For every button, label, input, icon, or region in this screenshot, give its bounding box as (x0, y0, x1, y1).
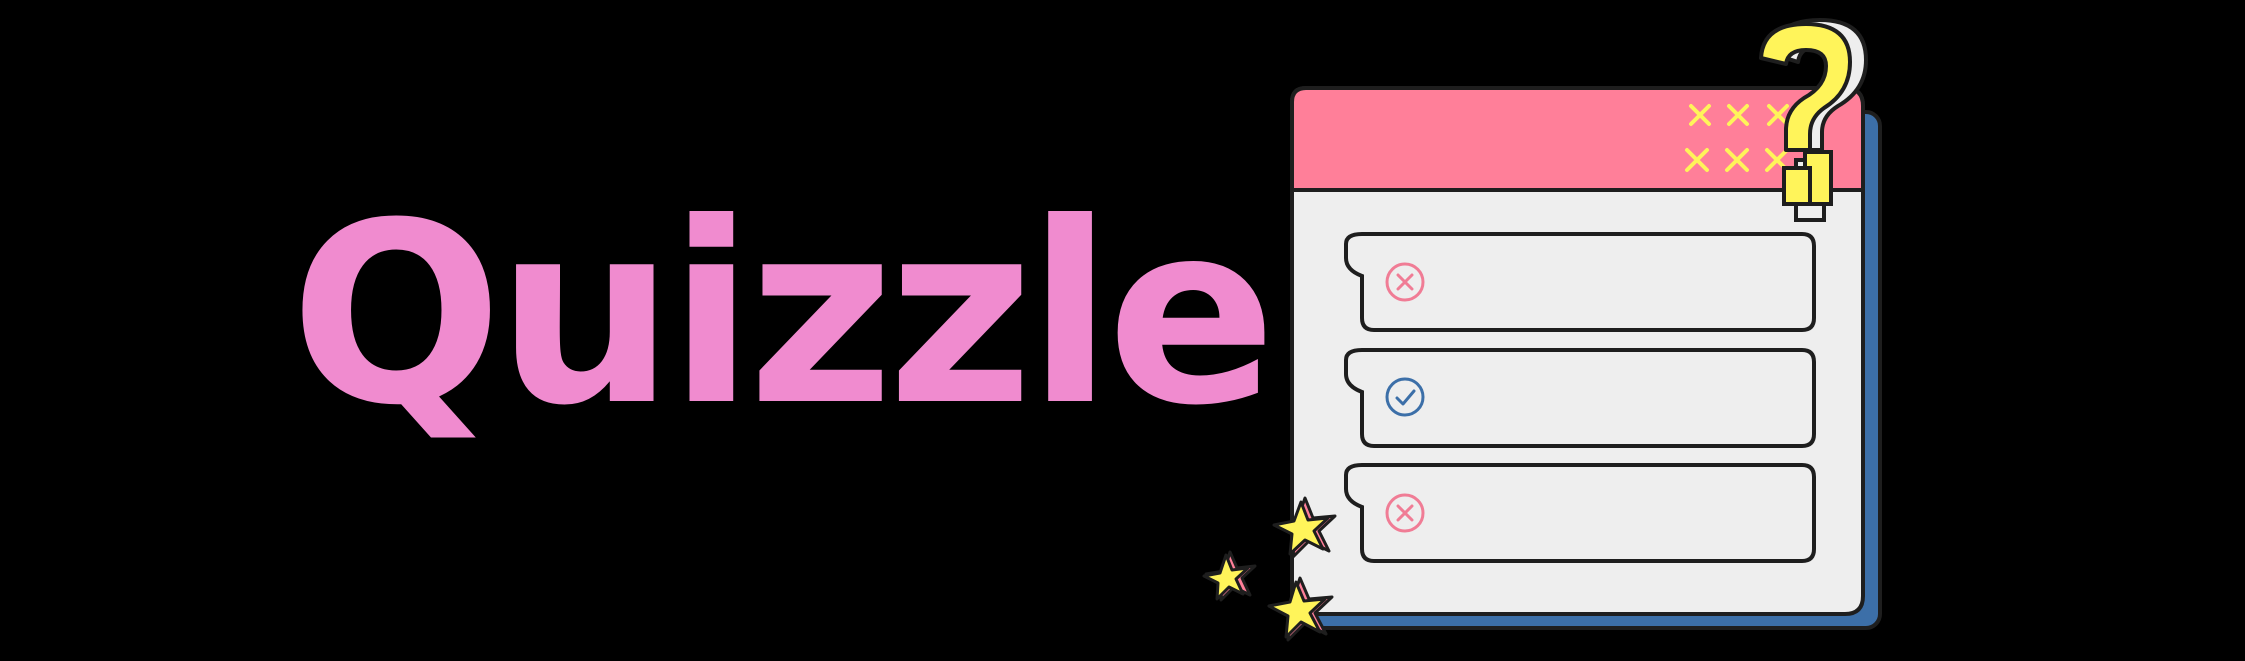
window-header (1290, 86, 1865, 192)
answer-option-2 (1344, 348, 1816, 448)
answer-option-3 (1344, 463, 1816, 563)
answer-option-1 (1344, 232, 1816, 332)
quiz-window-illustration (1202, 18, 1882, 642)
